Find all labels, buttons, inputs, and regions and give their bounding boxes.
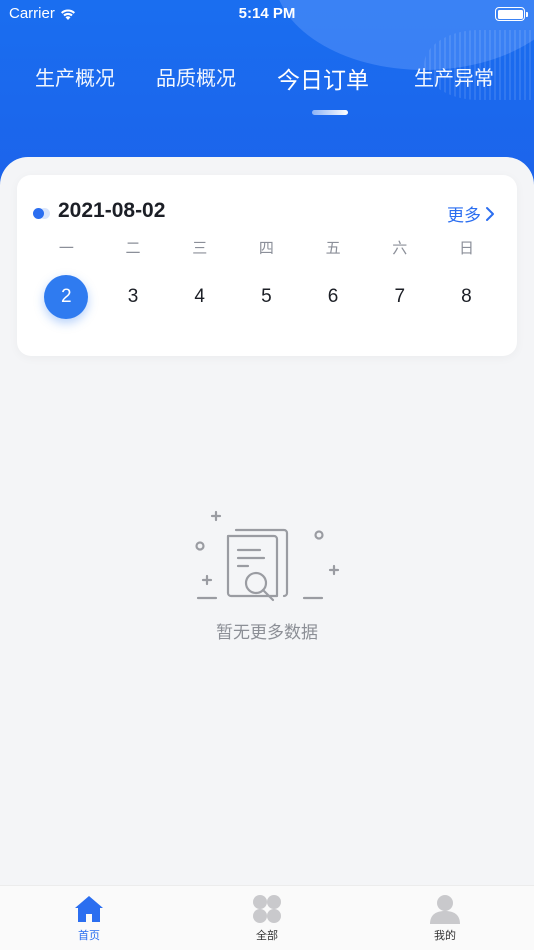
calendar-day[interactable]: 8 [433,275,500,319]
bottom-tab-bar: 首页 全部 我的 [0,885,534,950]
grid-icon [253,895,281,923]
more-button[interactable]: 更多 [447,201,495,226]
tabbar-label: 我的 [434,929,456,942]
tabbar-label: 全部 [256,929,278,942]
tab-production-exceptions[interactable]: 生产异常 [414,62,494,91]
tab-production-overview[interactable]: 生产概况 [35,62,115,91]
empty-state: 暂无更多数据 [0,500,534,643]
chevron-right-icon [486,206,494,221]
weekday-label: 五 [325,239,341,257]
calendar-day[interactable]: 5 [233,275,300,319]
empty-state-text: 暂无更多数据 [216,623,318,643]
clock: 5:14 PM [238,5,296,22]
weekday-label: 一 [58,239,74,257]
top-tabs: 生产概况 品质概况 今日订单 生产异常 [0,62,534,122]
calendar-day[interactable]: 7 [366,275,433,319]
calendar-day[interactable]: 6 [300,275,367,319]
no-data-document-search-icon [195,510,340,602]
weekday-label: 二 [125,239,141,257]
weekday-label: 六 [392,239,408,257]
tab-today-orders[interactable]: 今日订单 [277,61,369,95]
weekday-row: 一 二 三 四 五 六 日 [33,237,500,258]
tabbar-label: 首页 [78,929,100,942]
active-tab-indicator [312,110,348,115]
day-row: 2 3 4 5 6 7 8 [33,275,500,319]
tabbar-item-home[interactable]: 首页 [0,886,178,950]
tabbar-item-profile[interactable]: 我的 [356,886,534,950]
calendar-card: 2021-08-02 更多 一 二 三 四 五 六 日 2 3 4 5 6 7 … [17,175,517,356]
tab-quality-overview[interactable]: 品质概况 [156,62,236,91]
date-marker-icon [33,208,51,219]
tabbar-item-all[interactable]: 全部 [178,886,356,950]
more-label: 更多 [447,206,481,226]
home-icon [75,896,103,922]
calendar-day[interactable]: 3 [100,275,167,319]
weekday-label: 日 [458,239,474,257]
battery-icon [495,7,528,21]
status-bar: Carrier 5:14 PM [0,0,534,28]
calendar-day[interactable]: 4 [166,275,233,319]
weekday-label: 四 [258,239,274,257]
weekday-label: 三 [192,239,208,257]
calendar-day-selected[interactable]: 2 [33,275,100,319]
user-icon [430,895,460,924]
current-date: 2021-08-02 [58,199,166,222]
